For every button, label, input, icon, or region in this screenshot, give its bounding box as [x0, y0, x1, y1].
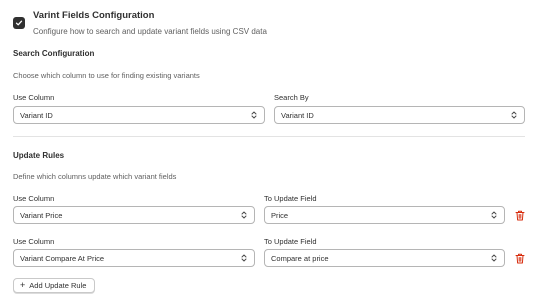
select-value: Compare at price — [271, 253, 329, 263]
search-section-description: Choose which column to use for finding e… — [13, 71, 200, 80]
select-value: Variant ID — [20, 110, 53, 120]
select-chevron-icon — [241, 211, 247, 219]
select-value: Variant Price — [20, 210, 63, 220]
update-section-description: Define which columns update which varian… — [13, 172, 177, 181]
select-value: Price — [271, 210, 289, 220]
section-divider — [13, 136, 525, 137]
select-value: Variant Compare At Price — [20, 253, 105, 263]
card-subtitle: Configure how to search and update varia… — [33, 27, 267, 36]
select-chevron-icon — [241, 254, 247, 262]
trash-icon[interactable] — [515, 253, 525, 264]
search-by-label: Search By — [274, 93, 309, 102]
select-value: Variant ID — [281, 110, 314, 120]
rule-column-label: Use Column — [13, 194, 55, 203]
rule-field-label: To Update Field — [264, 237, 317, 246]
select-chevron-icon — [251, 111, 257, 119]
plus-icon: + — [20, 280, 26, 290]
trash-icon[interactable] — [515, 210, 525, 221]
select-chevron-icon — [511, 111, 517, 119]
update-section-title: Update Rules — [13, 151, 65, 160]
rule-column-select[interactable]: Variant Compare At Price — [13, 249, 255, 267]
rule-field-select[interactable]: Price — [264, 206, 505, 224]
card-title: Varint Fields Configuration — [33, 10, 155, 21]
add-update-rule-button[interactable]: + Add Update Rule — [13, 278, 95, 293]
checkmark-icon — [15, 20, 23, 26]
select-chevron-icon — [491, 211, 497, 219]
rule-column-label: Use Column — [13, 237, 55, 246]
search-by-select[interactable]: Variant ID — [274, 106, 525, 124]
rule-field-select[interactable]: Compare at price — [264, 249, 505, 267]
use-column-label: Use Column — [13, 93, 55, 102]
search-use-column-select[interactable]: Variant ID — [13, 106, 265, 124]
rule-field-label: To Update Field — [264, 194, 317, 203]
search-section-title: Search Configuration — [13, 49, 95, 58]
select-chevron-icon — [491, 254, 497, 262]
add-update-rule-label: Add Update Rule — [29, 281, 87, 290]
rule-column-select[interactable]: Variant Price — [13, 206, 255, 224]
enable-checkbox[interactable] — [13, 17, 25, 29]
